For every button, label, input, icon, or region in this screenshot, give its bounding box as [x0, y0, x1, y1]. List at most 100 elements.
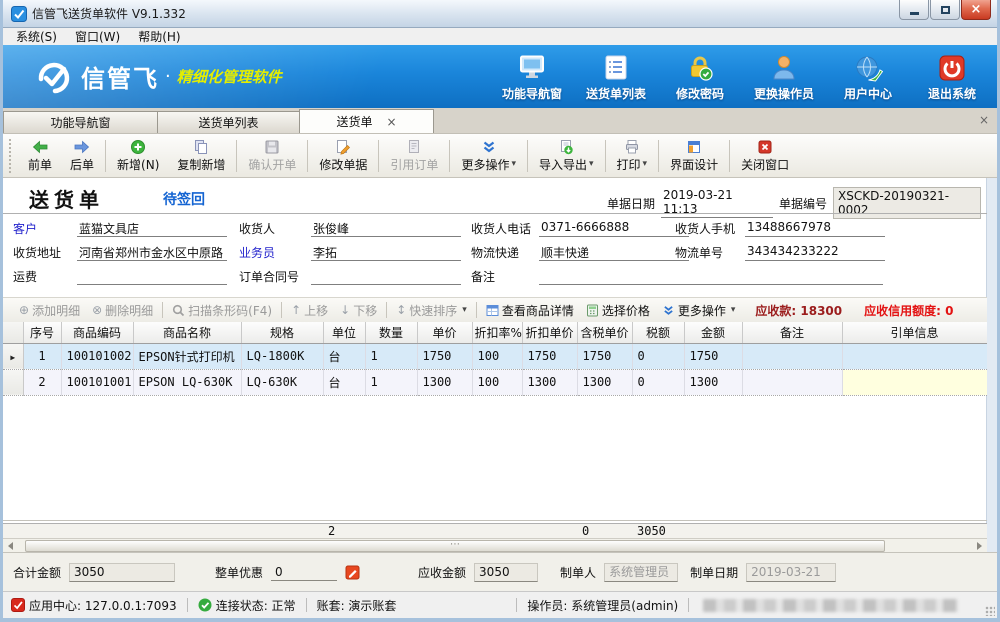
banner-action-list[interactable]: 送货单列表	[585, 53, 647, 102]
cell[interactable]: 100	[472, 369, 522, 395]
col-header[interactable]: 序号	[23, 322, 61, 343]
col-header[interactable]: 商品编码	[61, 322, 133, 343]
cell[interactable]: EPSON针式打印机	[133, 343, 241, 369]
menu-window[interactable]: 窗口(W)	[66, 27, 129, 46]
scrollbar-thumb[interactable]: ⋯	[25, 540, 885, 552]
menu-help[interactable]: 帮助(H)	[129, 27, 189, 46]
cell[interactable]: 1300	[522, 369, 577, 395]
banner-action-password[interactable]: 修改密码	[669, 53, 731, 102]
tab-delivery-order[interactable]: 送货单×	[299, 109, 434, 133]
tracking-no-field[interactable]: 343434233222	[745, 244, 885, 261]
minimize-button[interactable]	[899, 0, 929, 20]
horizontal-scrollbar[interactable]: ⋯	[3, 538, 987, 552]
import-export-button[interactable]: 导入导出▾	[530, 137, 603, 175]
col-header[interactable]: 税额	[632, 322, 684, 343]
copy-new-button[interactable]: 复制新增	[168, 137, 234, 175]
scan-barcode-button[interactable]: 扫描条形码(F4)	[166, 302, 278, 319]
cell[interactable]: 1750	[684, 343, 742, 369]
ui-design-button[interactable]: 界面设计	[661, 137, 727, 175]
salesman-field[interactable]: 李拓	[311, 244, 461, 261]
col-header[interactable]: 数量	[365, 322, 417, 343]
quick-sort-button[interactable]: ↕ 快速排序 ▾	[390, 302, 473, 319]
close-button[interactable]: ×	[961, 0, 991, 20]
banner-action-exit[interactable]: 退出系统	[921, 53, 983, 102]
cell[interactable]	[742, 369, 842, 395]
col-header[interactable]: 单位	[323, 322, 365, 343]
tab-close-icon[interactable]: ×	[386, 115, 396, 129]
scroll-left-icon[interactable]	[8, 542, 13, 550]
move-up-button[interactable]: ↑ 上移	[285, 302, 334, 319]
customer-field[interactable]: 蓝猫文具店	[77, 220, 227, 237]
freight-field[interactable]	[77, 268, 227, 285]
delete-detail-button[interactable]: ⊗ 删除明细	[86, 302, 159, 319]
table-row[interactable]: ▶ 1 100101002 EPSON针式打印机 LQ-1800K 台 1 17…	[3, 343, 987, 369]
prev-order-button[interactable]: 前单	[19, 137, 61, 175]
view-product-detail-button[interactable]: 查看商品详情	[480, 302, 580, 319]
cell[interactable]	[742, 343, 842, 369]
salesman-label[interactable]: 业务员	[239, 244, 275, 260]
logistics-field[interactable]: 顺丰快递	[539, 244, 689, 261]
cell[interactable]: 100101002	[61, 343, 133, 369]
edit-discount-icon[interactable]	[345, 565, 360, 580]
next-order-button[interactable]: 后单	[61, 137, 103, 175]
tab-delivery-list[interactable]: 送货单列表	[157, 111, 300, 133]
col-header[interactable]: 折扣单价	[522, 322, 577, 343]
select-price-button[interactable]: 选择价格	[580, 302, 656, 319]
more-actions-button[interactable]: 更多操作▾	[452, 137, 525, 175]
cell[interactable]: 1	[365, 369, 417, 395]
table-row[interactable]: 2 100101001 EPSON LQ-630K LQ-630K 台 1 13…	[3, 369, 987, 395]
banner-action-user-center[interactable]: 用户中心	[837, 53, 899, 102]
cell[interactable]: EPSON LQ-630K	[133, 369, 241, 395]
new-button[interactable]: 新增(N)	[108, 137, 168, 175]
phone-field[interactable]: 0371-6666888	[539, 220, 689, 237]
discount-field[interactable]: 0	[271, 564, 337, 581]
scroll-right-icon[interactable]	[977, 542, 982, 550]
confirm-button[interactable]: 确认开单	[239, 137, 305, 175]
close-window-button[interactable]: 关闭窗口	[732, 137, 798, 175]
cell[interactable]: 100	[472, 343, 522, 369]
resize-grip-icon[interactable]	[985, 606, 995, 616]
cell[interactable]: 1300	[684, 369, 742, 395]
cell[interactable]	[842, 343, 987, 369]
tabstrip-close-icon[interactable]: ×	[979, 113, 989, 127]
cell[interactable]: LQ-1800K	[241, 343, 323, 369]
col-header[interactable]: 备注	[742, 322, 842, 343]
modify-button[interactable]: 修改单据	[310, 137, 376, 175]
grid-more-actions-button[interactable]: 更多操作 ▾	[656, 302, 742, 319]
col-header[interactable]: 金额	[684, 322, 742, 343]
cell[interactable]: 1750	[522, 343, 577, 369]
add-detail-button[interactable]: ⊕ 添加明细	[13, 302, 86, 319]
col-header[interactable]: 单价	[417, 322, 472, 343]
cell[interactable]: 0	[632, 343, 684, 369]
maximize-button[interactable]	[930, 0, 960, 20]
col-header[interactable]: 引单信息	[842, 322, 987, 343]
cell[interactable]: 1300	[417, 369, 472, 395]
move-down-button[interactable]: ↓ 下移	[334, 302, 383, 319]
customer-label[interactable]: 客户	[13, 220, 37, 236]
mobile-field[interactable]: 13488667978	[745, 220, 885, 237]
contract-no-field[interactable]	[311, 268, 461, 285]
col-header[interactable]: 含税单价	[577, 322, 632, 343]
banner-action-nav[interactable]: 功能导航窗	[501, 53, 563, 102]
cell[interactable]: 1	[23, 343, 61, 369]
menu-system[interactable]: 系统(S)	[7, 27, 66, 46]
tab-nav-window[interactable]: 功能导航窗	[3, 111, 158, 133]
cell[interactable]: 1750	[417, 343, 472, 369]
col-header[interactable]: 折扣率%	[472, 322, 522, 343]
cell[interactable]: 台	[323, 369, 365, 395]
cell[interactable]: 1	[365, 343, 417, 369]
cell[interactable]: 台	[323, 343, 365, 369]
cell[interactable]: 1300	[577, 369, 632, 395]
cell[interactable]: 0	[632, 369, 684, 395]
banner-action-operator[interactable]: 更换操作员	[753, 53, 815, 102]
cell[interactable]: 2	[23, 369, 61, 395]
consignee-field[interactable]: 张俊峰	[311, 220, 461, 237]
cell[interactable]: 1750	[577, 343, 632, 369]
remark-field[interactable]	[539, 268, 883, 285]
cell[interactable]	[842, 369, 987, 395]
cell[interactable]: 100101001	[61, 369, 133, 395]
address-field[interactable]: 河南省郑州市金水区中原路	[77, 244, 227, 261]
print-button[interactable]: 打印▾	[608, 137, 657, 175]
col-header[interactable]: 商品名称	[133, 322, 241, 343]
reference-order-button[interactable]: 引用订单	[381, 137, 447, 175]
